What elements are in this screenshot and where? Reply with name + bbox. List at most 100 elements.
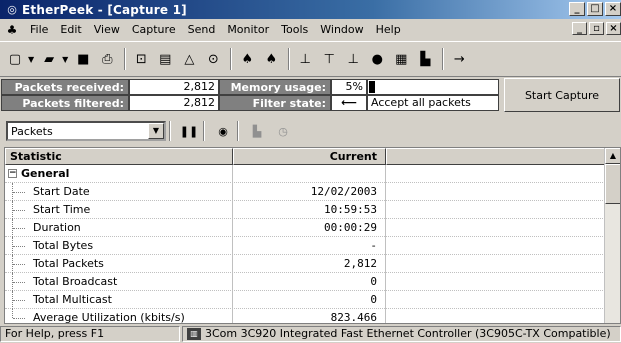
minimize-button[interactable]: _ xyxy=(569,2,585,16)
chevron-down-icon[interactable]: ▼ xyxy=(148,123,164,139)
tree-branch xyxy=(13,192,25,193)
menu-send[interactable]: Send xyxy=(182,19,222,40)
table-row[interactable]: Start Time 10:59:53 xyxy=(5,201,611,219)
statistic-label: Start Date xyxy=(33,185,90,198)
save-icon[interactable]: ■ xyxy=(72,48,94,70)
statistic-cell: Total Bytes xyxy=(5,237,233,255)
row-filler xyxy=(386,291,611,309)
group-cell: − General xyxy=(5,165,233,183)
protocols-icon[interactable]: ♠ xyxy=(260,48,282,70)
menu-file[interactable]: File xyxy=(24,19,54,40)
capture-stats-bar: Packets received: 2,812 Memory usage: 5%… xyxy=(0,78,621,112)
trigger-icon[interactable]: ⊥ xyxy=(342,48,364,70)
packets-received-value: 2,812 xyxy=(129,79,219,95)
toolbar-divider xyxy=(169,121,171,141)
network-adapter-icon: ▥ xyxy=(187,328,201,340)
menu-monitor[interactable]: Monitor xyxy=(221,19,275,40)
table-row[interactable]: Total Bytes - xyxy=(5,237,611,255)
toolbar-divider xyxy=(442,48,445,70)
table-row-group[interactable]: − General xyxy=(5,165,611,183)
menu-view[interactable]: View xyxy=(88,19,126,40)
open-icon[interactable]: ▰ xyxy=(38,48,60,70)
network-icon[interactable]: ⊥ xyxy=(294,48,316,70)
stats-view-icon[interactable]: ⊙ xyxy=(202,48,224,70)
row-filler xyxy=(386,165,611,183)
table-row[interactable]: Total Broadcast 0 xyxy=(5,273,611,291)
filter-state-label: Filter state: xyxy=(219,95,331,111)
collapse-icon[interactable]: − xyxy=(8,169,17,178)
menu-edit[interactable]: Edit xyxy=(54,19,87,40)
print-icon[interactable]: ⎙ xyxy=(96,48,118,70)
column-current[interactable]: Current xyxy=(233,148,386,165)
table-row[interactable]: Start Date 12/02/2003 xyxy=(5,183,611,201)
statistic-label: Total Multicast xyxy=(33,293,112,306)
menu-bar: ♣ File Edit View Capture Send Monitor To… xyxy=(0,19,621,40)
tree-branch xyxy=(13,318,25,319)
alarm-icon[interactable]: ◷ xyxy=(272,121,294,141)
document-icon[interactable]: ♣ xyxy=(4,23,20,37)
camera-icon[interactable]: ◉ xyxy=(212,121,234,141)
tree-branch xyxy=(13,246,25,247)
table-row[interactable]: Average Utilization (kbits/s) 823.466 xyxy=(5,309,611,324)
statistic-label: Average Utilization (kbits/s) xyxy=(33,311,185,324)
filter-state-value: Accept all packets xyxy=(367,95,499,111)
chart-icon[interactable]: ▙ xyxy=(246,121,268,141)
statistic-value: 2,812 xyxy=(233,255,386,273)
tree-branch xyxy=(13,300,25,301)
chart-icon[interactable]: ▙ xyxy=(414,48,436,70)
statistics-table[interactable]: Statistic Current − General Start Date 1… xyxy=(4,147,621,324)
grid-icon[interactable]: ▦ xyxy=(390,48,412,70)
scroll-up-icon[interactable]: ▲ xyxy=(605,148,620,164)
view-select-value: Packets xyxy=(11,124,53,138)
mdi-minimize-button[interactable]: _ xyxy=(572,22,587,35)
statistic-value: 10:59:53 xyxy=(233,201,386,219)
pause-icon[interactable]: ❚❚ xyxy=(178,121,200,141)
table-body: − General Start Date 12/02/2003 Start Ti… xyxy=(5,165,611,324)
scroll-thumb[interactable] xyxy=(605,164,620,204)
toolbar-divider xyxy=(288,48,291,70)
statistic-value: 0 xyxy=(233,291,386,309)
arrow-right-icon[interactable]: → xyxy=(448,48,470,70)
maximize-button[interactable]: □ xyxy=(587,2,603,16)
close-button[interactable]: × xyxy=(605,2,621,16)
log-view-icon[interactable]: ▤ xyxy=(154,48,176,70)
table-row[interactable]: Total Multicast 0 xyxy=(5,291,611,309)
mdi-restore-button[interactable]: ▫ xyxy=(589,22,604,35)
menu-help[interactable]: Help xyxy=(370,19,407,40)
status-adapter-panel: ▥ 3Com 3C920 Integrated Fast Ethernet Co… xyxy=(182,326,621,342)
statistic-cell: Average Utilization (kbits/s) xyxy=(5,309,233,324)
row-filler xyxy=(386,273,611,291)
row-filler xyxy=(386,219,611,237)
menu-capture[interactable]: Capture xyxy=(126,19,182,40)
row-filler xyxy=(386,201,611,219)
chevron-down-icon[interactable]: ▼ xyxy=(28,55,34,64)
menu-window[interactable]: Window xyxy=(314,19,369,40)
mdi-close-button[interactable]: × xyxy=(606,22,621,35)
statistic-value: 12/02/2003 xyxy=(233,183,386,201)
filter-icon[interactable]: ⊤ xyxy=(318,48,340,70)
statistic-cell: Total Multicast xyxy=(5,291,233,309)
column-statistic[interactable]: Statistic xyxy=(5,148,233,165)
window-controls: _ □ × xyxy=(569,2,621,16)
statistic-label: Duration xyxy=(33,221,81,234)
packets-view-icon[interactable]: ⊡ xyxy=(130,48,152,70)
statistic-cell: Duration xyxy=(5,219,233,237)
table-row[interactable]: Duration 00:00:29 xyxy=(5,219,611,237)
nodes-icon[interactable]: ♠ xyxy=(236,48,258,70)
view-toolbar: Packets ▼ ❚❚ ◉ ▙ ◷ xyxy=(0,116,621,146)
view-select[interactable]: Packets ▼ xyxy=(6,121,166,141)
tree-branch xyxy=(13,264,25,265)
warning-icon[interactable]: △ xyxy=(178,48,200,70)
new-icon[interactable]: ▢ xyxy=(4,48,26,70)
statistic-label: Total Packets xyxy=(33,257,104,270)
table-row[interactable]: Total Packets 2,812 xyxy=(5,255,611,273)
globe-icon[interactable]: ● xyxy=(366,48,388,70)
packets-filtered-label: Packets filtered: xyxy=(1,95,129,111)
statistic-value: 823.466 xyxy=(233,309,386,323)
menu-tools[interactable]: Tools xyxy=(275,19,314,40)
vertical-scrollbar[interactable]: ▲ xyxy=(604,148,620,323)
chevron-down-icon[interactable]: ▼ xyxy=(62,55,68,64)
packets-received-label: Packets received: xyxy=(1,79,129,95)
start-capture-button[interactable]: Start Capture xyxy=(504,78,620,112)
memory-usage-bar xyxy=(367,79,499,95)
